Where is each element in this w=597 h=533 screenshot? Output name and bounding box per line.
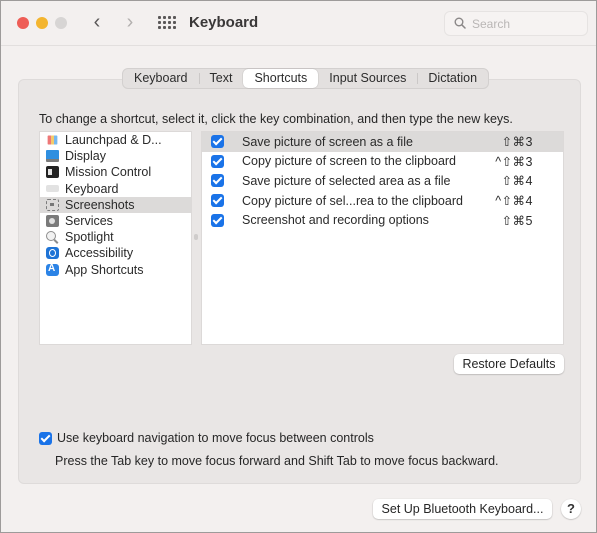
category-label: Launchpad & D... bbox=[65, 133, 162, 148]
search-icon bbox=[454, 17, 466, 29]
keyboard-preferences-window: ‹ › Keyboard Search Keyboard Text Shortc… bbox=[0, 0, 597, 533]
shortcut-keys[interactable]: ⇧⌘5 bbox=[493, 213, 563, 228]
shortcut-row[interactable]: Save picture of screen as a file ⇧⌘3 bbox=[202, 132, 563, 152]
chevron-left-icon: ‹ bbox=[93, 11, 101, 33]
app-shortcuts-icon bbox=[46, 263, 59, 276]
shortcut-keys[interactable]: ^⇧⌘4 bbox=[493, 193, 563, 208]
category-label: Display bbox=[65, 149, 106, 164]
shortcut-label: Save picture of screen as a file bbox=[242, 134, 413, 149]
category-label: Screenshots bbox=[65, 197, 135, 212]
shortcut-enabled-checkbox[interactable] bbox=[211, 154, 224, 168]
close-button[interactable] bbox=[17, 17, 29, 29]
search-field[interactable]: Search bbox=[444, 11, 588, 36]
shortcut-enabled-checkbox[interactable] bbox=[211, 174, 224, 188]
restore-defaults-button[interactable]: Restore Defaults bbox=[454, 354, 564, 374]
shortcut-row[interactable]: Copy picture of sel...rea to the clipboa… bbox=[202, 191, 563, 211]
help-button[interactable]: ? bbox=[561, 499, 581, 519]
zoom-button[interactable] bbox=[55, 17, 67, 29]
shortcut-label: Screenshot and recording options bbox=[242, 213, 429, 228]
tab-input-sources[interactable]: Input Sources bbox=[318, 69, 417, 88]
minimize-button[interactable] bbox=[36, 17, 48, 29]
category-label: Keyboard bbox=[65, 181, 119, 196]
shortcut-label: Save picture of selected area as a file bbox=[242, 173, 451, 188]
category-item-accessibility[interactable]: Accessibility bbox=[40, 245, 191, 261]
split-view-handle[interactable] bbox=[194, 234, 198, 240]
title-bar: ‹ › Keyboard Search bbox=[1, 1, 596, 46]
window-title: Keyboard bbox=[189, 14, 259, 31]
shortcut-enabled-checkbox[interactable] bbox=[211, 213, 224, 227]
shortcut-enabled-checkbox[interactable] bbox=[211, 194, 224, 208]
category-item-screenshots[interactable]: Screenshots bbox=[40, 196, 191, 213]
tab-shortcuts[interactable]: Shortcuts bbox=[243, 69, 319, 88]
shortcut-label: Copy picture of sel...rea to the clipboa… bbox=[242, 193, 463, 208]
category-item-launchpad[interactable]: Launchpad & D... bbox=[40, 132, 191, 148]
setup-bluetooth-keyboard-button[interactable]: Set Up Bluetooth Keyboard... bbox=[373, 499, 552, 519]
tab-dictation[interactable]: Dictation bbox=[417, 69, 488, 88]
shortcut-row[interactable]: Save picture of selected area as a file … bbox=[202, 171, 563, 191]
tab-text[interactable]: Text bbox=[198, 69, 244, 88]
display-icon bbox=[46, 150, 59, 163]
category-item-services[interactable]: Services bbox=[40, 213, 191, 229]
spotlight-magnifier-icon bbox=[46, 231, 59, 243]
instructions-text: To change a shortcut, select it, click t… bbox=[39, 112, 513, 126]
keyboard-navigation-checkbox[interactable] bbox=[39, 431, 52, 445]
category-item-spotlight[interactable]: Spotlight bbox=[40, 229, 191, 245]
shortcut-enabled-checkbox[interactable] bbox=[211, 135, 224, 149]
forward-button[interactable]: › bbox=[120, 12, 140, 34]
keyboard-navigation-label: Use keyboard navigation to move focus be… bbox=[57, 431, 374, 445]
shortcut-row[interactable]: Screenshot and recording options ⇧⌘5 bbox=[202, 210, 563, 230]
search-placeholder: Search bbox=[472, 17, 511, 31]
category-label: Accessibility bbox=[65, 246, 134, 261]
shortcut-label: Copy picture of screen to the clipboard bbox=[242, 154, 457, 169]
category-item-keyboard[interactable]: Keyboard bbox=[40, 181, 191, 197]
chevron-right-icon: › bbox=[126, 11, 134, 33]
category-list[interactable]: Launchpad & D... Display Mission Control… bbox=[39, 131, 192, 345]
shortcut-keys[interactable]: ^⇧⌘3 bbox=[493, 154, 563, 169]
back-button[interactable]: ‹ bbox=[87, 12, 107, 34]
category-label: Mission Control bbox=[65, 165, 152, 180]
keyboard-navigation-hint: Press the Tab key to move focus forward … bbox=[55, 454, 499, 468]
keyboard-icon bbox=[46, 185, 59, 193]
category-label: Spotlight bbox=[65, 230, 114, 245]
shortcut-row[interactable]: Copy picture of screen to the clipboard … bbox=[202, 152, 563, 172]
category-item-display[interactable]: Display bbox=[40, 148, 191, 164]
shortcut-keys[interactable]: ⇧⌘4 bbox=[493, 173, 563, 188]
accessibility-icon bbox=[46, 247, 59, 260]
mission-control-icon bbox=[46, 166, 59, 179]
tab-bar: Keyboard Text Shortcuts Input Sources Di… bbox=[122, 68, 490, 89]
shortcut-keys[interactable]: ⇧⌘3 bbox=[493, 134, 563, 149]
category-label: Services bbox=[65, 214, 113, 229]
keyboard-navigation-option[interactable]: Use keyboard navigation to move focus be… bbox=[39, 431, 374, 445]
screenshots-icon bbox=[46, 198, 59, 211]
category-item-mission-control[interactable]: Mission Control bbox=[40, 164, 191, 180]
services-gear-icon bbox=[46, 215, 59, 228]
show-all-grid-icon[interactable] bbox=[158, 16, 176, 30]
category-label: App Shortcuts bbox=[65, 262, 144, 277]
tab-keyboard[interactable]: Keyboard bbox=[123, 69, 199, 88]
launchpad-icon bbox=[47, 135, 58, 145]
category-item-app-shortcuts[interactable]: App Shortcuts bbox=[40, 262, 191, 278]
shortcut-list[interactable]: Save picture of screen as a file ⇧⌘3 Cop… bbox=[201, 131, 564, 345]
